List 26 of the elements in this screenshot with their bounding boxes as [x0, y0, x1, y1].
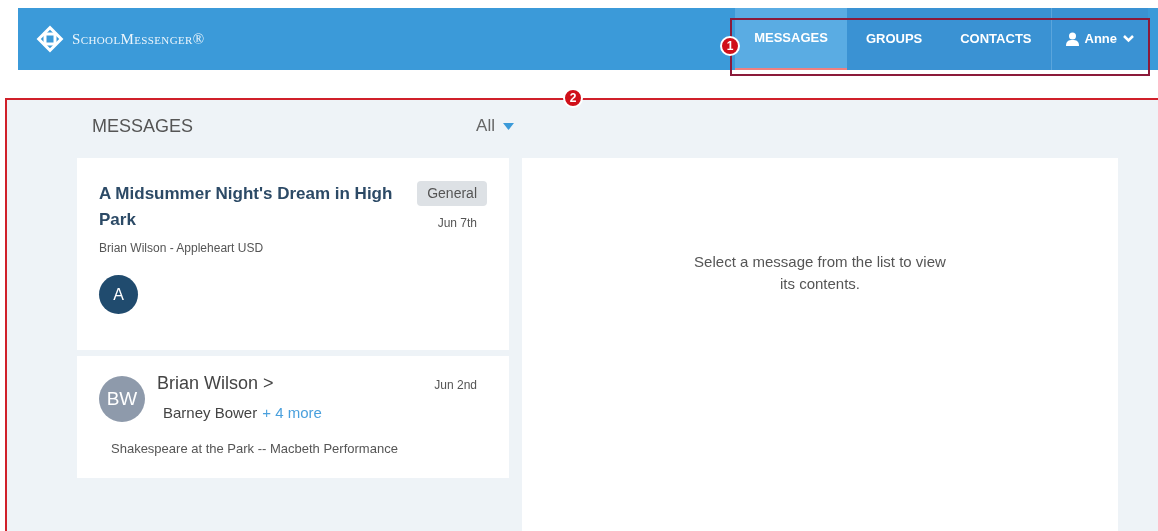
message-card[interactable]: BW Brian Wilson > Barney Bower + 4 more Jun 2nd Shakespeare at the Park -- Macbeth Performance: [77, 356, 509, 478]
user-icon: [1065, 32, 1079, 46]
panel-title: MESSAGES: [92, 114, 195, 138]
chevron-icon: [1123, 35, 1134, 43]
avatar: A: [99, 275, 138, 314]
sender-text: Brian Wilson - Appleheart USD: [99, 240, 265, 257]
callout-badge: 2: [563, 88, 583, 108]
caret-icon: [503, 122, 514, 130]
user-menu[interactable]: Anne: [1050, 8, 1148, 70]
sender-name: Brian Wilson >: [157, 372, 275, 395]
message-date: Jun 7th: [437, 215, 477, 232]
avatar: BW: [99, 376, 145, 422]
recipient-name: Barney Bower: [163, 403, 258, 423]
logo-text: SchoolMessenger®: [72, 29, 205, 49]
filter-dropdown[interactable]: All: [476, 113, 514, 139]
category-tag: General: [417, 181, 487, 206]
logo-icon: [36, 25, 64, 53]
empty-state-text: Select a message from the list to view its contents.: [693, 252, 947, 294]
message-subject: Shakespeare at the Park -- Macbeth Performance: [111, 439, 399, 458]
more-recipients-link[interactable]: + 4 more: [262, 402, 322, 425]
nav-tab[interactable]: GROUPS: [846, 8, 942, 70]
message-title: A Midsummer Night's Dream in High Park: [99, 183, 394, 231]
message-date: Jun 2nd: [434, 377, 477, 394]
nav-tab[interactable]: MESSAGES: [735, 8, 847, 70]
nav-tab[interactable]: CONTACTS: [941, 8, 1051, 70]
message-card[interactable]: A Midsummer Night's Dream in High Park General Jun 7th Brian Wilson - Appleheart USD A: [77, 158, 509, 350]
